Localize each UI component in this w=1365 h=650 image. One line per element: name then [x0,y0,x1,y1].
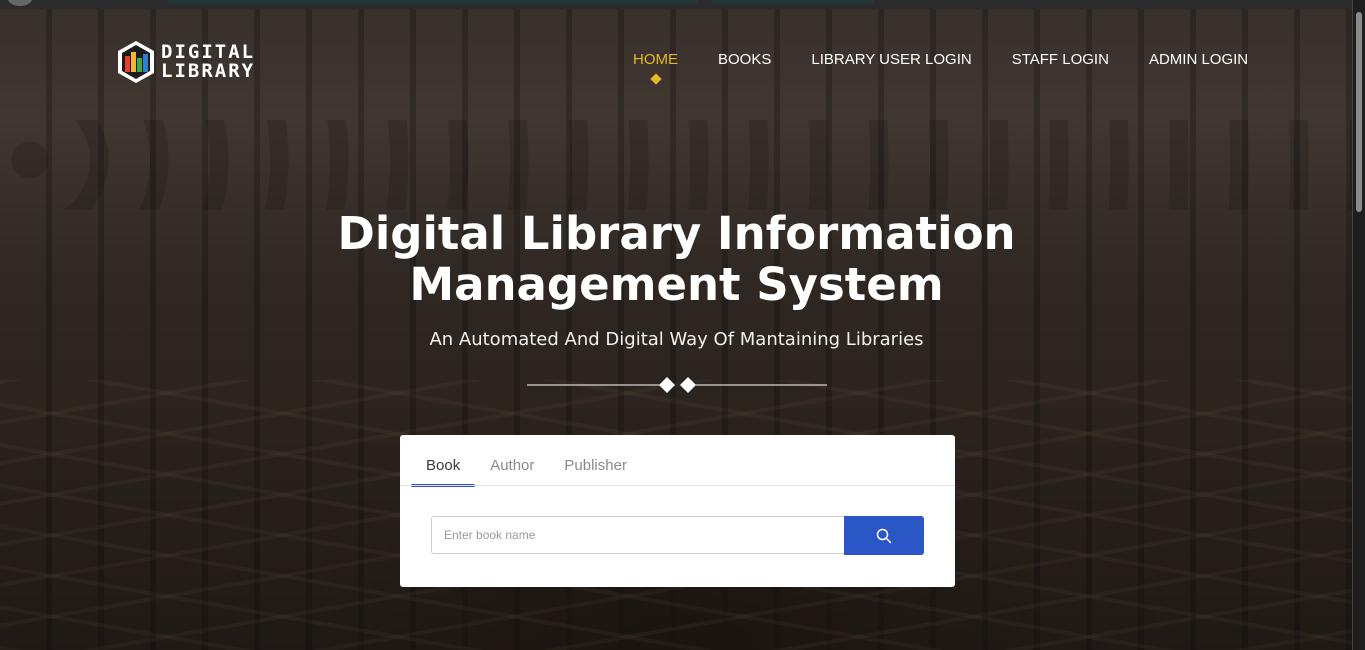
nav-staff-login[interactable]: STAFF LOGIN [992,50,1129,70]
search-button[interactable] [844,516,924,555]
divider-diamond-icon [680,377,696,393]
search-panel: Book Author Publisher [400,435,955,587]
tab-author[interactable]: Author [475,449,549,485]
nav-library-user-login[interactable]: LIBRARY USER LOGIN [791,50,991,70]
hero-title-line2: Management System [409,258,944,311]
nav-admin-login[interactable]: ADMIN LOGIN [1129,50,1268,70]
scrollbar-thumb[interactable] [1356,12,1362,212]
search-tabs: Book Author Publisher [411,449,642,487]
tab-publisher[interactable]: Publisher [549,449,642,485]
tab-book[interactable]: Book [411,449,476,487]
book-search-input[interactable] [431,516,844,554]
browser-tab-indicator [168,0,698,3]
browser-top-strip [0,0,1365,9]
divider-diamond-icon [659,377,675,393]
site-logo[interactable]: DIGITAL LIBRARY [117,40,255,84]
browser-dot [8,0,32,6]
nav-books[interactable]: BOOKS [698,50,791,70]
nav-home[interactable]: HOME [613,50,698,85]
browser-tab-indicator [712,0,874,3]
hero-title-line1: Digital Library Information [337,207,1016,260]
page-scrollbar[interactable] [1353,0,1365,650]
hero-title: Digital Library Information Management S… [250,208,1103,310]
logo-text-line2: LIBRARY [161,60,256,82]
tabs-divider [400,485,955,486]
search-icon [876,528,892,543]
hero-subtitle: An Automated And Digital Way Of Mantaini… [429,329,924,350]
main-nav: HOME BOOKS LIBRARY USER LOGIN STAFF LOGI… [613,50,1268,85]
logo-icon [117,40,155,84]
decorative-divider [527,376,827,394]
page: DIGITAL LIBRARY HOME BOOKS LIBRARY USER … [0,0,1365,650]
